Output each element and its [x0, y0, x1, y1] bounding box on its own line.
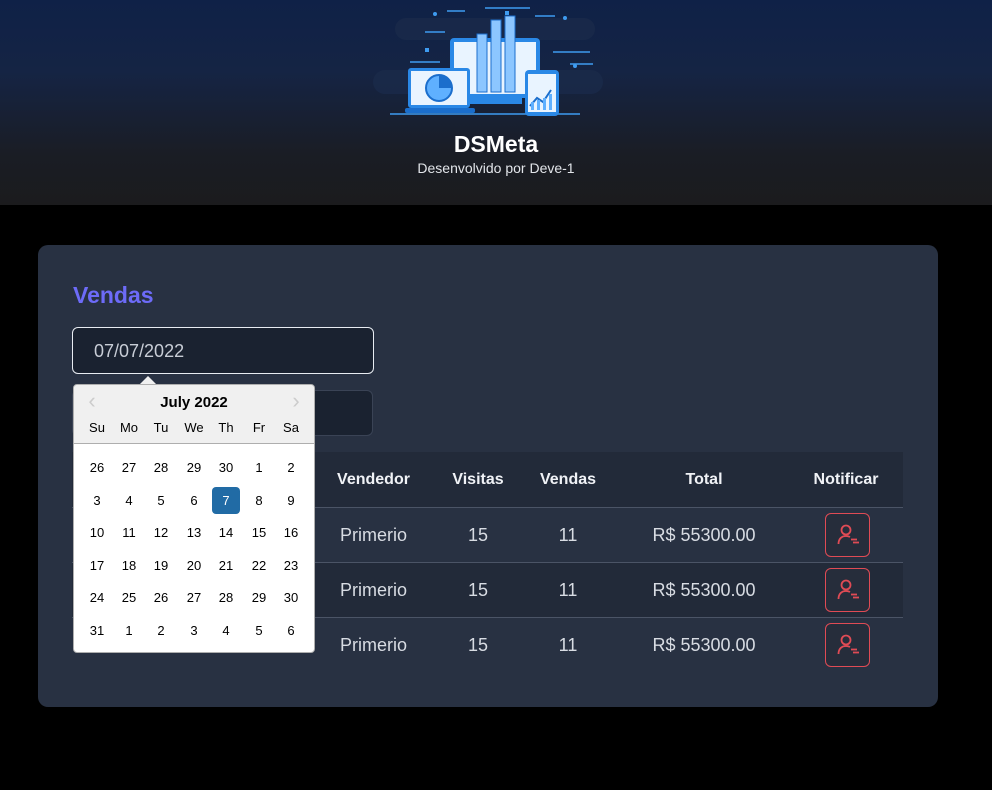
calendar-day[interactable]: 13	[180, 519, 208, 546]
notify-button[interactable]	[825, 623, 870, 667]
card-title: Vendas	[73, 282, 154, 308]
chevron-right-icon[interactable]: ›	[286, 390, 306, 412]
cell-total: R$ 55300.00	[652, 525, 756, 545]
weekday-label: Fr	[252, 420, 266, 435]
weekday-label: We	[184, 420, 204, 435]
weekday-label: Th	[218, 420, 234, 435]
calendar-day[interactable]: 28	[212, 584, 240, 611]
calendar-day[interactable]: 28	[147, 454, 175, 481]
calendar-day[interactable]: 16	[277, 519, 305, 546]
calendar-day[interactable]: 6	[180, 487, 208, 514]
calendar-day[interactable]: 4	[115, 487, 143, 514]
calendar-day[interactable]: 8	[245, 487, 273, 514]
cell-total: R$ 55300.00	[652, 580, 756, 600]
app-title: DSMeta	[453, 131, 539, 157]
notify-button[interactable]	[825, 513, 870, 557]
calendar-day[interactable]: 10	[83, 519, 111, 546]
calendar-day[interactable]: 23	[277, 552, 305, 579]
calendar-day[interactable]: 20	[180, 552, 208, 579]
calendar-day[interactable]: 26	[83, 454, 111, 481]
calendar-day[interactable]: 25	[115, 584, 143, 611]
weekday-label: Tu	[153, 420, 169, 435]
user-notify-icon	[837, 634, 859, 655]
app-header: DSMeta Desenvolvido por Deve-1	[0, 0, 992, 205]
cell-vendedor: Primerio	[339, 635, 407, 655]
calendar-day[interactable]: 3	[180, 617, 208, 644]
calendar-day[interactable]: 9	[277, 487, 305, 514]
header-notificar: Notificar	[813, 471, 879, 488]
cell-vendedor: Primerio	[339, 580, 407, 600]
calendar-day[interactable]: 17	[83, 552, 111, 579]
calendar-day[interactable]: 30	[277, 584, 305, 611]
dashboard-illustration-icon	[373, 7, 603, 116]
calendar-day-selected[interactable]: 7	[212, 486, 240, 514]
calendar-day[interactable]: 30	[212, 454, 240, 481]
calendar-day[interactable]: 18	[115, 552, 143, 579]
cell-total: R$ 55300.00	[652, 635, 756, 655]
calendar-month-label: July 2022	[160, 394, 228, 411]
calendar-day[interactable]: 1	[245, 454, 273, 481]
header-total: Total	[685, 471, 723, 488]
cell-visitas: 15	[467, 580, 489, 600]
cell-visitas: 15	[467, 525, 489, 545]
calendar-day[interactable]: 21	[212, 552, 240, 579]
weekday-label: Su	[89, 420, 105, 435]
calendar-day[interactable]: 1	[115, 617, 143, 644]
cell-vendas: 11	[558, 525, 578, 545]
calendar-day[interactable]: 27	[180, 584, 208, 611]
calendar-day[interactable]: 12	[147, 519, 175, 546]
calendar-day[interactable]: 29	[245, 584, 273, 611]
app-subtitle: Desenvolvido por Deve-1	[417, 160, 575, 176]
calendar-day[interactable]: 6	[277, 617, 305, 644]
header-vendedor: Vendedor	[337, 471, 410, 488]
user-notify-icon	[837, 524, 859, 545]
header-visitas: Visitas	[452, 471, 504, 488]
notify-button[interactable]	[825, 568, 870, 612]
calendar-day[interactable]: 14	[212, 519, 240, 546]
weekday-label: Mo	[119, 420, 139, 435]
calendar-day[interactable]: 15	[245, 519, 273, 546]
cell-visitas: 15	[467, 635, 489, 655]
calendar-day[interactable]: 24	[83, 584, 111, 611]
cell-vendedor: Primerio	[339, 525, 407, 545]
calendar-day[interactable]: 2	[277, 454, 305, 481]
calendar-day[interactable]: 22	[245, 552, 273, 579]
weekday-label: Sa	[283, 420, 299, 435]
cell-vendas: 11	[558, 635, 578, 655]
cell-vendas: 11	[558, 580, 578, 600]
calendar-day[interactable]: 4	[212, 617, 240, 644]
calendar-day[interactable]: 3	[83, 487, 111, 514]
calendar-day[interactable]: 11	[115, 519, 143, 546]
header-vendas: Vendas	[539, 471, 597, 488]
calendar-header: ‹ July 2022 › Su Mo Tu We Th Fr Sa	[74, 385, 314, 444]
calendar-day[interactable]: 31	[83, 617, 111, 644]
calendar-day[interactable]: 2	[147, 617, 175, 644]
start-date-input[interactable]: 07/07/2022	[72, 327, 374, 374]
calendar-day[interactable]: 29	[180, 454, 208, 481]
date-picker-popup: ‹ July 2022 › Su Mo Tu We Th Fr Sa 26 27 28 29 30 1…	[73, 384, 315, 653]
calendar-day[interactable]: 5	[147, 487, 175, 514]
calendar-day[interactable]: 26	[147, 584, 175, 611]
calendar-day[interactable]: 27	[115, 454, 143, 481]
user-notify-icon	[837, 579, 859, 600]
calendar-day[interactable]: 5	[245, 617, 273, 644]
calendar-day[interactable]: 19	[147, 552, 175, 579]
